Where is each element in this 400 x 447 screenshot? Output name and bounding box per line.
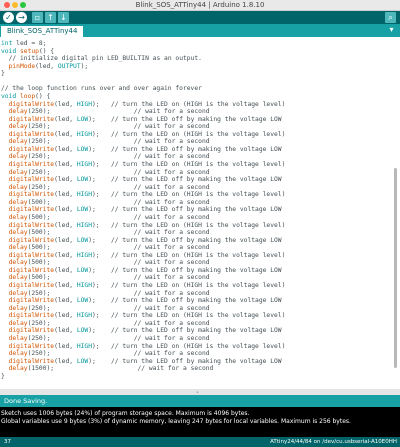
save-sketch-button[interactable]: ↓	[58, 12, 69, 23]
editor-scrollbar[interactable]	[393, 78, 398, 378]
console-output: Sketch uses 1006 bytes (24%) of program …	[0, 407, 400, 437]
code-line[interactable]: delay(250); // wait for a second	[1, 335, 210, 342]
code-line[interactable]: delay(250); // wait for a second	[1, 153, 210, 160]
open-sketch-button[interactable]: ↑	[45, 12, 56, 23]
tab-blink-sos[interactable]: Blink_SOS_ATTiny44	[1, 26, 84, 37]
serial-monitor-button[interactable]: ⌕	[385, 12, 396, 23]
code-line[interactable]: // the loop function runs over and over …	[1, 85, 202, 92]
code-line[interactable]: }	[1, 70, 5, 77]
tab-bar: Blink_SOS_ATTiny44 ▾	[0, 24, 400, 37]
dropdown-arrow-icon: ▾	[389, 25, 394, 34]
scrollbar-thumb[interactable]	[394, 168, 397, 368]
code-line[interactable]: digitalWrite(led, HIGH); // turn the LED…	[1, 222, 286, 229]
code-line[interactable]: // initialize digital pin LED_BUILTIN as…	[1, 55, 202, 62]
code-text[interactable]: int led = 8; void setup() { // initializ…	[1, 40, 285, 380]
code-line[interactable]: pinMode(led, OUTPUT);	[1, 63, 89, 70]
code-line[interactable]: digitalWrite(led, LOW); // turn the LED …	[1, 237, 282, 244]
code-line[interactable]: digitalWrite(led, LOW); // turn the LED …	[1, 267, 282, 274]
code-line[interactable]: void setup() {	[1, 48, 54, 55]
magnifier-icon: ⌕	[388, 13, 393, 22]
upload-button[interactable]: →	[16, 12, 27, 23]
new-file-icon: ▫	[34, 13, 41, 22]
code-line[interactable]: delay(500); // wait for a second	[1, 229, 210, 236]
tab-menu-button[interactable]: ▾	[387, 25, 396, 34]
code-line[interactable]: digitalWrite(led, HIGH); // turn the LED…	[1, 131, 286, 138]
code-line[interactable]: delay(500); // wait for a second	[1, 274, 210, 281]
code-line[interactable]: delay(250); // wait for a second	[1, 169, 210, 176]
code-line[interactable]: digitalWrite(led, HIGH); // turn the LED…	[1, 191, 286, 198]
code-line[interactable]: delay(250); // wait for a second	[1, 108, 210, 115]
new-sketch-button[interactable]: ▫	[32, 12, 43, 23]
code-line[interactable]: digitalWrite(led, LOW); // turn the LED …	[1, 116, 282, 123]
console-line: Sketch uses 1006 bytes (24%) of program …	[1, 410, 250, 417]
down-arrow-icon: ↓	[60, 13, 67, 22]
footer-bar: 37 ATtiny24/44/84 on /dev/cu.usbserial-A…	[0, 437, 400, 447]
code-line[interactable]: digitalWrite(led, LOW); // turn the LED …	[1, 297, 282, 304]
checkmark-icon: ✓	[5, 13, 12, 22]
toolbar: ✓ → ▫ ↑ ↓ ⌕	[0, 11, 400, 24]
verify-button[interactable]: ✓	[3, 12, 14, 23]
code-line[interactable]: digitalWrite(led, LOW); // turn the LED …	[1, 146, 282, 153]
title-bar: Blink_SOS_ATTiny44 | Arduino 1.8.10	[0, 0, 400, 11]
code-line[interactable]: digitalWrite(led, LOW); // turn the LED …	[1, 176, 282, 183]
code-line[interactable]: digitalWrite(led, HIGH); // turn the LED…	[1, 252, 286, 259]
code-line[interactable]: delay(250); // wait for a second	[1, 123, 210, 130]
up-arrow-icon: ↑	[47, 13, 54, 22]
code-line[interactable]: }	[1, 373, 5, 380]
code-line[interactable]: digitalWrite(led, HIGH); // turn the LED…	[1, 343, 286, 350]
code-editor[interactable]: int led = 8; void setup() { // initializ…	[0, 37, 400, 389]
code-line[interactable]: delay(500); // wait for a second	[1, 199, 210, 206]
code-line[interactable]: digitalWrite(led, LOW); // turn the LED …	[1, 327, 282, 334]
right-arrow-icon: →	[18, 13, 25, 22]
code-line[interactable]: delay(250); // wait for a second	[1, 138, 210, 145]
code-line[interactable]: digitalWrite(led, HIGH); // turn the LED…	[1, 101, 286, 108]
console-line: Global variables use 9 bytes (3%) of dyn…	[1, 417, 351, 425]
code-line[interactable]: delay(250); // wait for a second	[1, 290, 210, 297]
code-line[interactable]: delay(500); // wait for a second	[1, 259, 210, 266]
code-line[interactable]: digitalWrite(led, LOW); // turn the LED …	[1, 358, 282, 365]
code-line[interactable]: digitalWrite(led, HIGH); // turn the LED…	[1, 312, 286, 319]
code-line[interactable]: delay(250); // wait for a second	[1, 184, 210, 191]
line-number: 37	[4, 439, 11, 445]
code-line[interactable]: delay(500); // wait for a second	[1, 214, 210, 221]
code-line[interactable]: delay(250); // wait for a second	[1, 320, 210, 327]
board-port-info: ATtiny24/44/84 on /dev/cu.usbserial-A10E…	[270, 439, 397, 445]
code-line[interactable]: delay(1500); // wait for a second	[1, 365, 214, 372]
window-title: Blink_SOS_ATTiny44 | Arduino 1.8.10	[135, 1, 265, 9]
status-bar: Done Saving.	[0, 395, 400, 407]
code-line[interactable]: void loop() {	[1, 93, 50, 100]
code-line[interactable]: digitalWrite(led, HIGH); // turn the LED…	[1, 161, 286, 168]
code-line[interactable]: digitalWrite(led, LOW); // turn the LED …	[1, 206, 282, 213]
code-line[interactable]: int led = 8;	[1, 40, 47, 47]
code-line[interactable]: delay(250); // wait for a second	[1, 305, 210, 312]
code-line[interactable]: delay(500); // wait for a second	[1, 244, 210, 251]
code-line[interactable]: delay(250); // wait for a second	[1, 350, 210, 357]
code-line[interactable]: digitalWrite(led, HIGH); // turn the LED…	[1, 282, 286, 289]
